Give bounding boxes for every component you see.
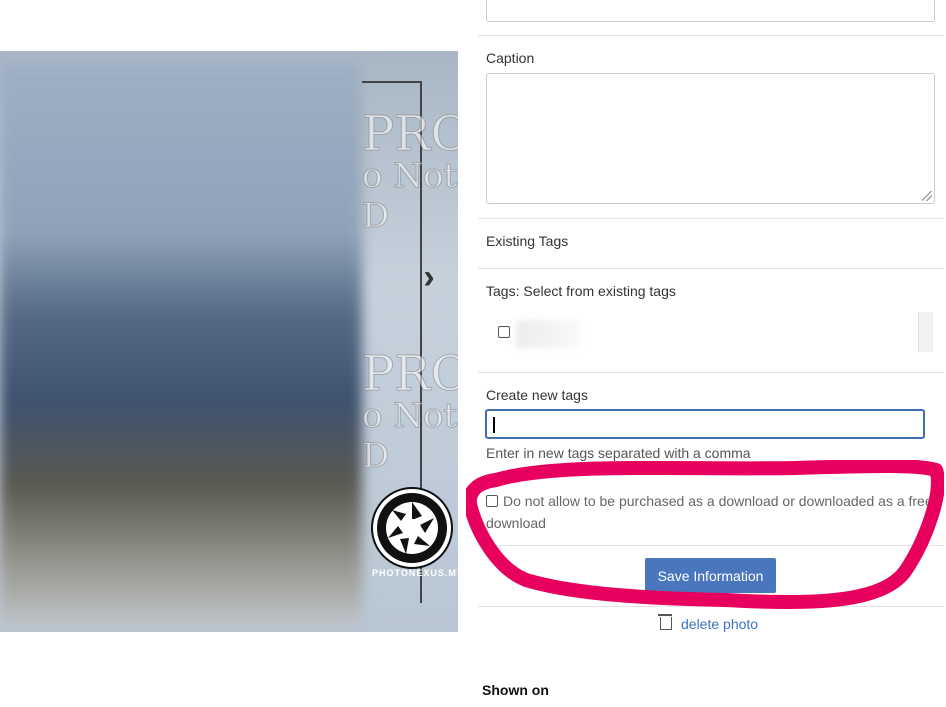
delete-photo-label: delete photo	[681, 616, 759, 632]
delete-photo-link[interactable]: delete photo	[658, 614, 759, 632]
divider	[478, 218, 944, 219]
tag-list-scrollbar[interactable]	[918, 312, 933, 352]
watermark-text: o Not D	[362, 396, 458, 477]
resize-handle-icon[interactable]	[922, 191, 932, 201]
watermark-text: PRO	[362, 346, 458, 403]
chevron-right-icon[interactable]: ›	[414, 260, 444, 294]
trash-icon	[658, 614, 672, 630]
title-input[interactable]	[486, 0, 935, 22]
highlight-annotation	[466, 460, 944, 610]
camera-shutter-logo	[371, 487, 453, 569]
new-tags-input[interactable]	[485, 409, 925, 439]
tag-label	[516, 320, 580, 348]
existing-tags-label: Existing Tags	[486, 233, 569, 249]
divider	[478, 35, 944, 36]
tag-checkbox[interactable]	[498, 326, 510, 338]
watermark-text: o Not D	[362, 156, 458, 237]
caption-textarea[interactable]	[486, 73, 935, 204]
watermark-text: PRO	[362, 106, 458, 163]
shown-on-heading: Shown on	[482, 682, 549, 698]
text-cursor	[493, 417, 495, 433]
create-tags-label: Create new tags	[486, 387, 588, 403]
divider	[478, 372, 944, 373]
divider	[478, 268, 944, 269]
new-tags-help: Enter in new tags separated with a comma	[486, 445, 751, 461]
caption-label: Caption	[486, 50, 535, 66]
select-tags-label: Tags: Select from existing tags	[486, 283, 676, 299]
blurred-photo	[0, 63, 362, 626]
brand-text: PHOTONEXUS.MY	[372, 568, 464, 578]
